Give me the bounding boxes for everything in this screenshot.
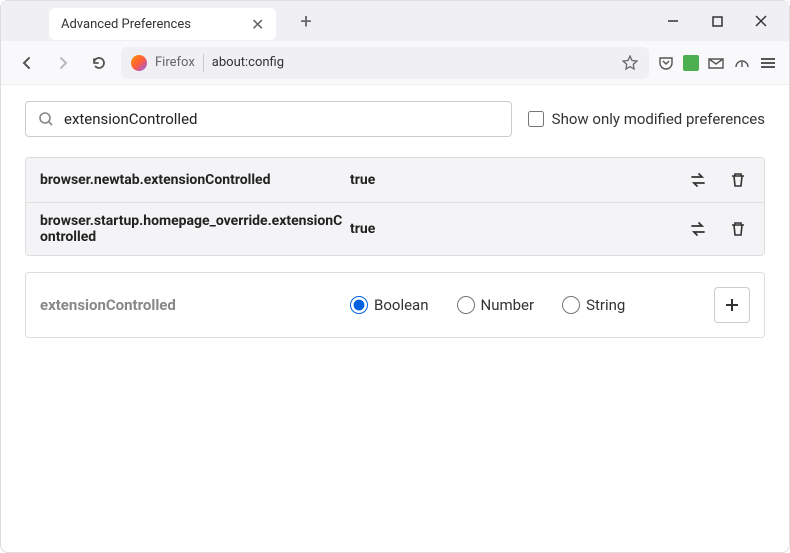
search-row: Show only modified preferences <box>25 101 765 137</box>
radio-string-input[interactable] <box>562 296 580 314</box>
radio-label: Number <box>481 296 535 314</box>
type-radio-group: Boolean Number String <box>350 296 714 314</box>
minimize-button[interactable] <box>653 5 693 37</box>
close-icon <box>755 15 767 27</box>
maximize-button[interactable] <box>697 5 737 37</box>
close-window-button[interactable] <box>741 5 781 37</box>
pref-row: browser.newtab.extensionControlled true <box>26 158 764 203</box>
url-toolbar: Firefox about:config <box>1 41 789 85</box>
add-pref-button[interactable] <box>714 287 750 323</box>
trash-icon <box>729 220 747 238</box>
mail-icon[interactable] <box>707 54 725 72</box>
radio-number[interactable]: Number <box>457 296 535 314</box>
url-input[interactable]: Firefox about:config <box>121 47 649 79</box>
search-input[interactable] <box>64 110 499 128</box>
preferences-table: browser.newtab.extensionControlled true … <box>25 157 765 256</box>
dashboard-icon[interactable] <box>733 54 751 72</box>
url-text: about:config <box>212 55 613 70</box>
arrow-right-icon <box>55 55 71 71</box>
url-divider <box>203 54 204 72</box>
window-title-bar: Advanced Preferences ✕ + <box>1 1 789 41</box>
new-tab-button[interactable]: + <box>292 5 319 37</box>
radio-string[interactable]: String <box>562 296 625 314</box>
radio-label: Boolean <box>374 296 429 314</box>
pref-name: browser.startup.homepage_override.extens… <box>40 213 350 245</box>
reload-icon <box>91 55 107 71</box>
toggle-icon <box>688 219 708 239</box>
plus-icon <box>724 297 740 313</box>
radio-boolean[interactable]: Boolean <box>350 296 429 314</box>
minimize-icon <box>667 15 679 27</box>
modified-only-checkbox-label[interactable]: Show only modified preferences <box>528 110 765 128</box>
toggle-button[interactable] <box>686 217 710 241</box>
pref-value: true <box>350 172 686 188</box>
back-button[interactable] <box>13 49 41 77</box>
pref-name: browser.newtab.extensionControlled <box>40 172 350 188</box>
firefox-icon <box>131 55 147 71</box>
modified-only-checkbox[interactable] <box>528 111 544 127</box>
maximize-icon <box>712 16 723 27</box>
forward-button[interactable] <box>49 49 77 77</box>
pocket-icon[interactable] <box>657 54 675 72</box>
radio-boolean-input[interactable] <box>350 296 368 314</box>
search-box[interactable] <box>25 101 512 137</box>
delete-button[interactable] <box>726 168 750 192</box>
checkbox-text: Show only modified preferences <box>552 110 765 128</box>
pref-row: browser.startup.homepage_override.extens… <box>26 203 764 255</box>
new-pref-name: extensionControlled <box>40 296 350 314</box>
extension-puzzle-icon[interactable] <box>683 55 699 71</box>
window-controls <box>653 5 781 37</box>
trash-icon <box>729 171 747 189</box>
menu-button[interactable] <box>759 54 777 72</box>
url-brand-label: Firefox <box>155 55 195 70</box>
toggle-icon <box>688 170 708 190</box>
radio-number-input[interactable] <box>457 296 475 314</box>
reload-button[interactable] <box>85 49 113 77</box>
bookmark-star-icon[interactable] <box>621 54 639 72</box>
browser-tab[interactable]: Advanced Preferences ✕ <box>49 8 276 40</box>
delete-button[interactable] <box>726 217 750 241</box>
new-pref-row: extensionControlled Boolean Number Strin… <box>25 272 765 338</box>
close-tab-icon[interactable]: ✕ <box>251 15 264 34</box>
toggle-button[interactable] <box>686 168 710 192</box>
search-icon <box>38 111 54 127</box>
pref-value: true <box>350 221 686 237</box>
tab-title: Advanced Preferences <box>61 17 191 32</box>
radio-label: String <box>586 296 625 314</box>
page-content: Show only modified preferences browser.n… <box>1 85 789 354</box>
arrow-left-icon <box>19 55 35 71</box>
